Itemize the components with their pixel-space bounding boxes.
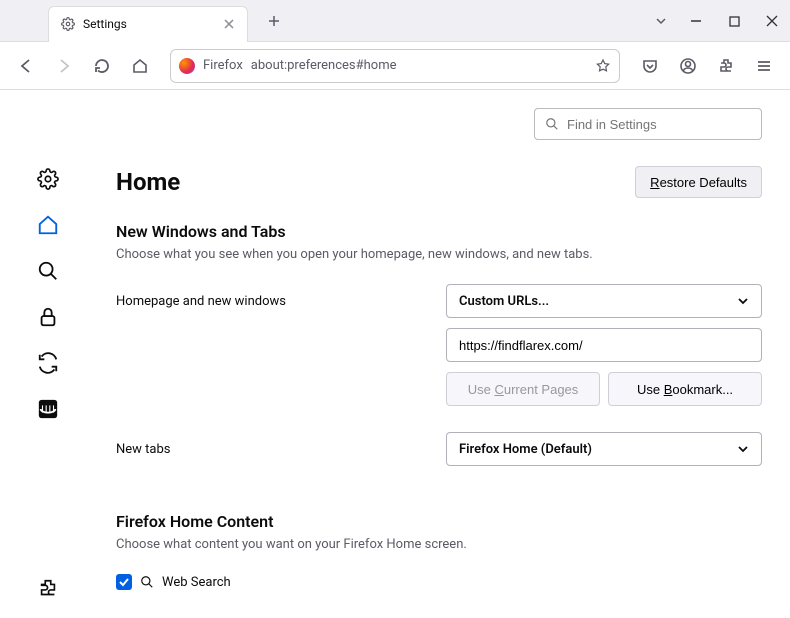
account-button[interactable] bbox=[672, 50, 704, 82]
sidebar-privacy[interactable] bbox=[37, 306, 59, 328]
homepage-select[interactable]: Custom URLs... bbox=[446, 284, 762, 318]
use-current-pages-button[interactable]: Use Current Pages bbox=[446, 372, 600, 406]
url-bar[interactable]: Firefox about:preferences#home bbox=[170, 49, 620, 83]
main-content: Home Restore Defaults New Windows and Ta… bbox=[96, 90, 790, 618]
close-button[interactable] bbox=[762, 11, 782, 31]
minimize-button[interactable] bbox=[686, 11, 706, 31]
section-home-content-heading: Firefox Home Content bbox=[116, 512, 762, 531]
chevron-down-icon bbox=[737, 443, 749, 455]
maximize-button[interactable] bbox=[724, 11, 744, 31]
firefox-logo-icon bbox=[179, 58, 195, 74]
find-in-settings[interactable] bbox=[534, 108, 762, 140]
page-title: Home bbox=[116, 168, 180, 196]
section-new-windows-desc: Choose what you see when you open your h… bbox=[116, 247, 762, 262]
section-home-content-desc: Choose what content you want on your Fir… bbox=[116, 537, 762, 552]
newtabs-select[interactable]: Firefox Home (Default) bbox=[446, 432, 762, 466]
web-search-label: Web Search bbox=[162, 575, 231, 590]
newtabs-select-value: Firefox Home (Default) bbox=[459, 442, 592, 457]
window-controls bbox=[654, 0, 782, 42]
newtabs-label: New tabs bbox=[116, 442, 446, 457]
star-icon[interactable] bbox=[595, 58, 611, 74]
back-button[interactable] bbox=[10, 50, 42, 82]
sidebar-sync[interactable] bbox=[37, 352, 59, 374]
sidebar-extensions[interactable] bbox=[37, 578, 59, 600]
sidebar-search[interactable] bbox=[37, 260, 59, 282]
chevron-down-icon bbox=[737, 295, 749, 307]
url-context: Firefox bbox=[203, 58, 243, 73]
toolbar: Firefox about:preferences#home bbox=[0, 42, 790, 90]
homepage-url-field[interactable] bbox=[459, 338, 749, 353]
restore-defaults-button[interactable]: Restore Defaults bbox=[635, 166, 762, 198]
section-new-windows-heading: New Windows and Tabs bbox=[116, 222, 762, 241]
homepage-url-input[interactable] bbox=[446, 328, 762, 362]
close-icon[interactable] bbox=[223, 18, 235, 30]
search-icon bbox=[545, 117, 559, 131]
extensions-button[interactable] bbox=[710, 50, 742, 82]
pocket-button[interactable] bbox=[634, 50, 666, 82]
search-icon bbox=[140, 575, 154, 589]
sidebar bbox=[0, 90, 96, 618]
forward-button[interactable] bbox=[48, 50, 80, 82]
tabs-dropdown[interactable] bbox=[654, 14, 668, 28]
reload-button[interactable] bbox=[86, 50, 118, 82]
use-bookmark-button[interactable]: Use Bookmark... bbox=[608, 372, 762, 406]
sidebar-more[interactable] bbox=[37, 398, 59, 420]
sidebar-home[interactable] bbox=[37, 214, 59, 236]
url-text: about:preferences#home bbox=[251, 58, 587, 73]
tab-title: Settings bbox=[83, 17, 215, 31]
sidebar-general[interactable] bbox=[37, 168, 59, 190]
homepage-label: Homepage and new windows bbox=[116, 294, 446, 309]
gear-icon bbox=[61, 17, 75, 31]
homepage-select-value: Custom URLs... bbox=[459, 294, 549, 309]
tab-settings[interactable]: Settings bbox=[48, 6, 248, 42]
new-tab-button[interactable] bbox=[260, 7, 288, 35]
titlebar: Settings bbox=[0, 0, 790, 42]
web-search-checkbox[interactable] bbox=[116, 574, 132, 590]
home-button[interactable] bbox=[124, 50, 156, 82]
find-input[interactable] bbox=[567, 117, 751, 132]
menu-button[interactable] bbox=[748, 50, 780, 82]
